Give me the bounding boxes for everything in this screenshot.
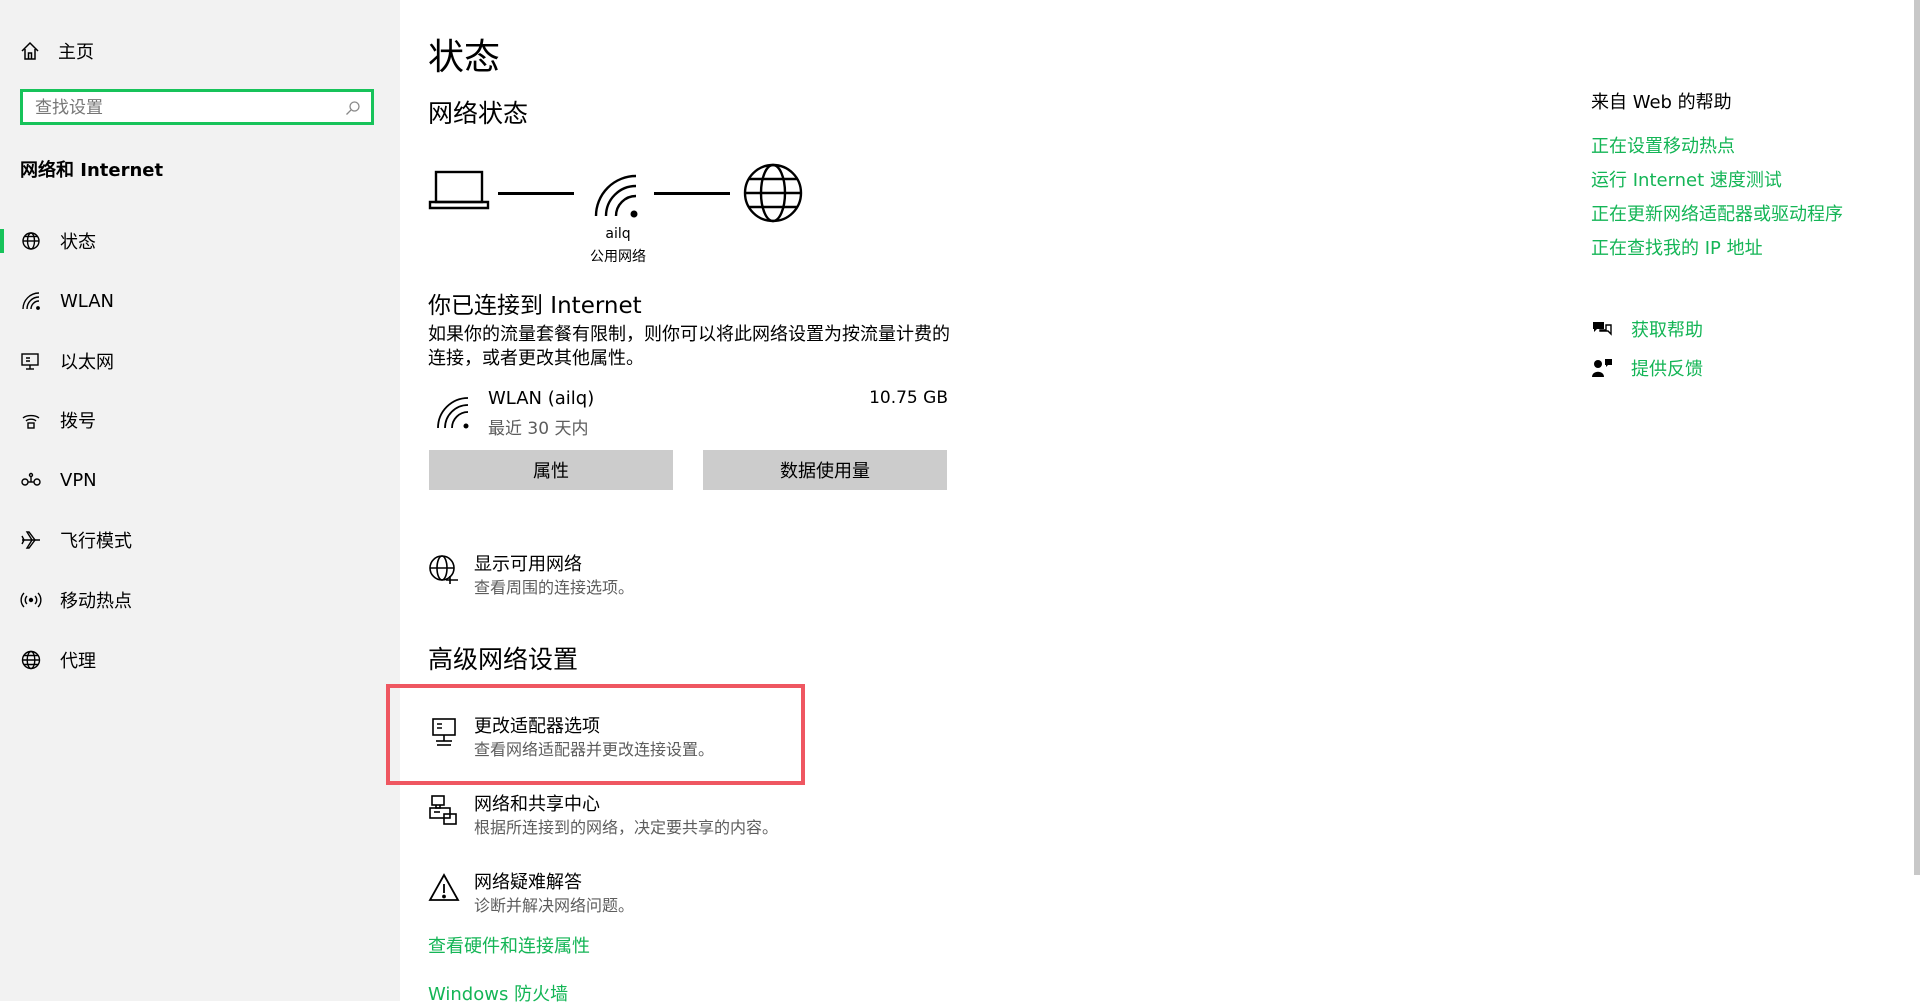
sidebar-item-dialup[interactable]: 拨号 — [0, 397, 400, 443]
network-sharing-center[interactable]: 网络和共享中心 根据所连接到的网络，决定要共享的内容。 — [428, 790, 888, 840]
feedback-link[interactable]: 提供反馈 — [1591, 355, 1703, 381]
show-networks-desc: 查看周围的连接选项。 — [474, 578, 635, 597]
troubleshooter-desc: 诊断并解决网络问题。 — [474, 896, 635, 915]
sharing-center-desc: 根据所连接到的网络，决定要共享的内容。 — [474, 818, 779, 837]
sidebar-item-label: WLAN — [60, 290, 115, 312]
connection-name: WLAN (ailq) — [488, 388, 595, 409]
sidebar-item-vpn[interactable]: VPN — [0, 457, 400, 503]
sidebar-item-hotspot[interactable]: 移动热点 — [0, 577, 400, 623]
connected-heading: 你已连接到 Internet — [428, 293, 642, 319]
help-link-speed-test[interactable]: 运行 Internet 速度测试 — [1591, 166, 1782, 192]
sidebar-item-wlan[interactable]: WLAN — [0, 278, 400, 324]
get-help-label: 获取帮助 — [1631, 320, 1703, 341]
vpn-icon — [20, 469, 42, 491]
globe-icon — [20, 649, 42, 671]
connection-row: WLAN (ailq) 最近 30 天内 10.75 GB — [428, 384, 948, 440]
help-heading: 来自 Web 的帮助 — [1591, 92, 1732, 113]
scrollbar[interactable] — [1914, 0, 1920, 875]
search-input[interactable] — [35, 96, 335, 120]
data-usage-button[interactable]: 数据使用量 — [703, 450, 947, 490]
wifi-icon — [20, 290, 42, 312]
page-title: 状态 — [428, 37, 501, 78]
sidebar-item-label: 以太网 — [60, 352, 114, 373]
sidebar-item-label: VPN — [60, 469, 97, 491]
sidebar-item-status[interactable]: 状态 — [0, 218, 400, 264]
help-link-update-driver[interactable]: 正在更新网络适配器或驱动程序 — [1591, 200, 1843, 226]
sidebar-item-label: 飞行模式 — [60, 531, 132, 552]
connection-line — [654, 192, 730, 195]
highlight-box — [386, 684, 805, 785]
sidebar: 主页 网络和 Internet 状态 WLAN — [0, 0, 400, 1001]
show-available-networks[interactable]: 显示可用网络 查看周围的连接选项。 — [428, 550, 828, 600]
feedback-icon — [1591, 357, 1613, 379]
hotspot-icon — [20, 589, 42, 611]
connected-desc-line2: 连接，或者更改其他属性。 — [428, 348, 644, 369]
sharing-center-title: 网络和共享中心 — [474, 794, 600, 815]
wifi-connection-icon — [436, 396, 470, 430]
sidebar-item-label: 拨号 — [60, 411, 96, 432]
warning-icon — [428, 872, 460, 904]
get-help-link[interactable]: 获取帮助 — [1591, 316, 1703, 342]
wifi-signal-icon — [592, 170, 642, 220]
network-troubleshooter[interactable]: 网络疑难解答 诊断并解决网络问题。 — [428, 868, 828, 918]
connection-period: 最近 30 天内 — [488, 419, 589, 439]
advanced-settings-heading: 高级网络设置 — [428, 645, 579, 674]
search-icon[interactable] — [345, 100, 361, 116]
sidebar-item-airplane[interactable]: 飞行模式 — [0, 517, 400, 563]
network-ssid: ailq — [605, 226, 631, 242]
help-link-find-ip[interactable]: 正在查找我的 IP 地址 — [1591, 234, 1763, 260]
home-icon — [20, 41, 40, 61]
troubleshooter-title: 网络疑难解答 — [474, 872, 582, 893]
network-type: 公用网络 — [590, 249, 646, 265]
sharing-center-icon — [428, 794, 460, 826]
hardware-properties-link[interactable]: 查看硬件和连接属性 — [428, 932, 590, 958]
show-networks-title: 显示可用网络 — [474, 554, 582, 575]
network-status-heading: 网络状态 — [428, 99, 529, 128]
data-usage-value: 10.75 GB — [869, 388, 948, 408]
home-label: 主页 — [58, 42, 94, 63]
globe-status-icon — [20, 230, 42, 252]
dialup-icon — [20, 409, 42, 431]
sidebar-item-label: 状态 — [60, 232, 96, 253]
laptop-icon — [428, 168, 490, 214]
connected-desc-line1: 如果你的流量套餐有限制，则你可以将此网络设置为按流量计费的 — [428, 324, 950, 345]
sidebar-item-label: 代理 — [60, 651, 96, 672]
properties-button[interactable]: 属性 — [429, 450, 673, 490]
home-nav-item[interactable]: 主页 — [20, 36, 94, 66]
internet-globe-icon — [742, 162, 804, 224]
connection-line — [498, 192, 574, 195]
help-link-hotspot[interactable]: 正在设置移动热点 — [1591, 132, 1735, 158]
sidebar-item-proxy[interactable]: 代理 — [0, 637, 400, 683]
ethernet-icon — [20, 350, 42, 372]
globe-network-icon — [428, 554, 460, 586]
sidebar-item-label: 移动热点 — [60, 591, 132, 612]
sidebar-item-ethernet[interactable]: 以太网 — [0, 338, 400, 384]
feedback-label: 提供反馈 — [1631, 359, 1703, 380]
sidebar-section-title: 网络和 Internet — [20, 160, 164, 181]
search-box[interactable] — [20, 89, 374, 125]
windows-firewall-link[interactable]: Windows 防火墙 — [428, 980, 568, 1006]
chat-help-icon — [1591, 318, 1613, 340]
airplane-icon — [20, 529, 42, 551]
